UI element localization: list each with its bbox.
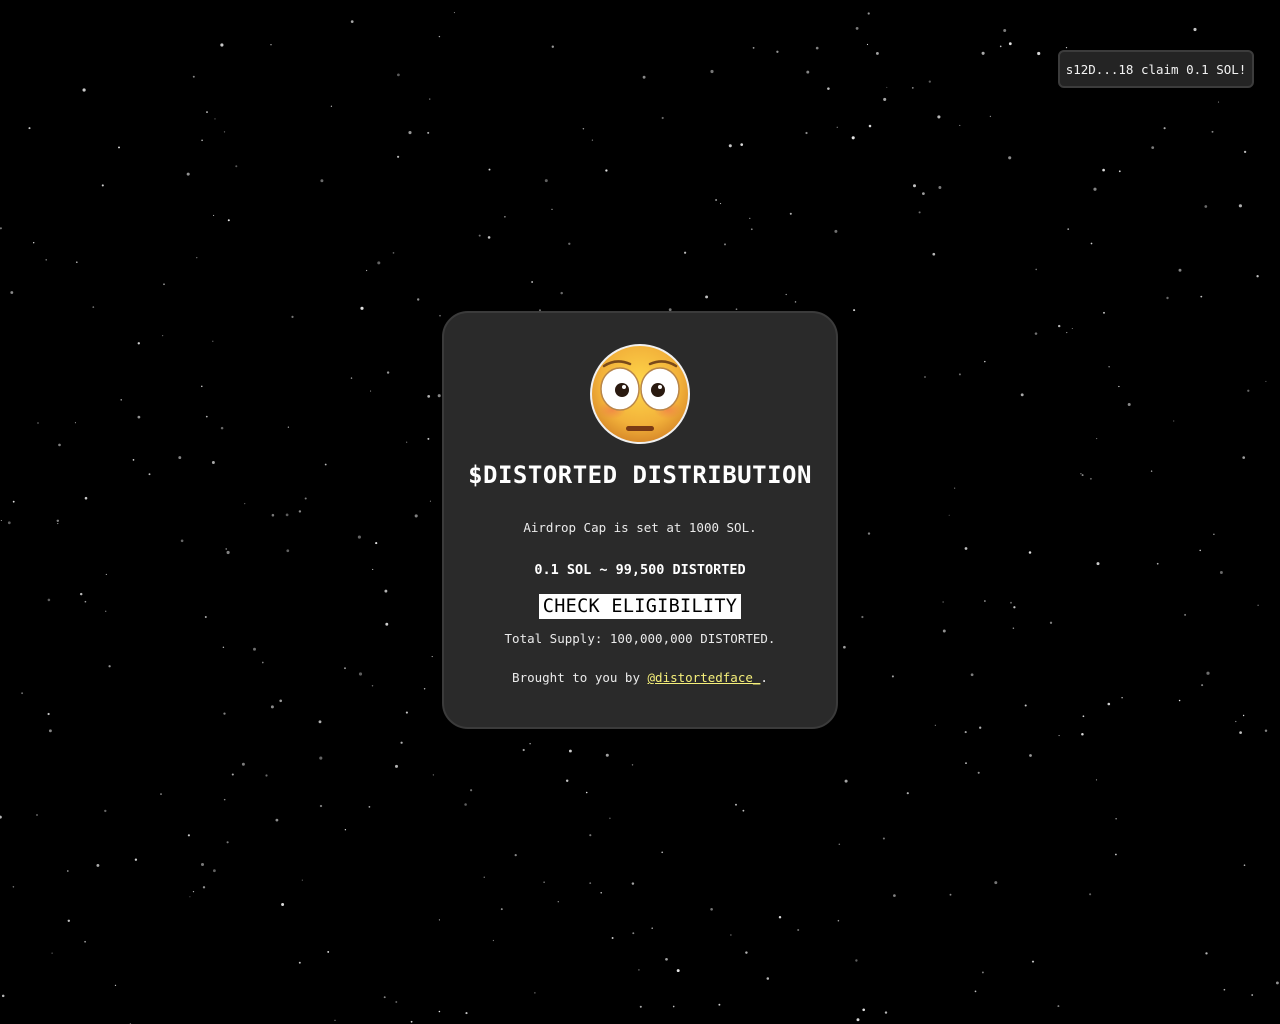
claim-notification-toast: s12D...18 claim 0.1 SOL!: [1058, 50, 1254, 88]
credit-line: Brought to you by @distortedface_.: [444, 670, 836, 685]
credit-prefix: Brought to you by: [512, 670, 648, 685]
claim-notification-text: s12D...18 claim 0.1 SOL!: [1065, 61, 1247, 77]
exchange-rate-text: 0.1 SOL ~ 99,500 DISTORTED: [534, 562, 746, 578]
credit-suffix: .: [760, 670, 768, 685]
page-title: $DISTORTED DISTRIBUTION: [468, 461, 812, 489]
check-eligibility-wrapper: CHECK ELIGIBILITY: [444, 594, 836, 619]
twitter-handle-link[interactable]: @distortedface_: [648, 670, 761, 685]
flushed-face-emoji-icon: [590, 344, 690, 444]
distribution-card: $DISTORTED DISTRIBUTION Airdrop Cap is s…: [442, 311, 838, 729]
check-eligibility-button[interactable]: CHECK ELIGIBILITY: [538, 594, 742, 619]
airdrop-cap-text: Airdrop Cap is set at 1000 SOL.: [523, 520, 757, 535]
total-supply-text: Total Supply: 100,000,000 DISTORTED.: [504, 631, 776, 646]
